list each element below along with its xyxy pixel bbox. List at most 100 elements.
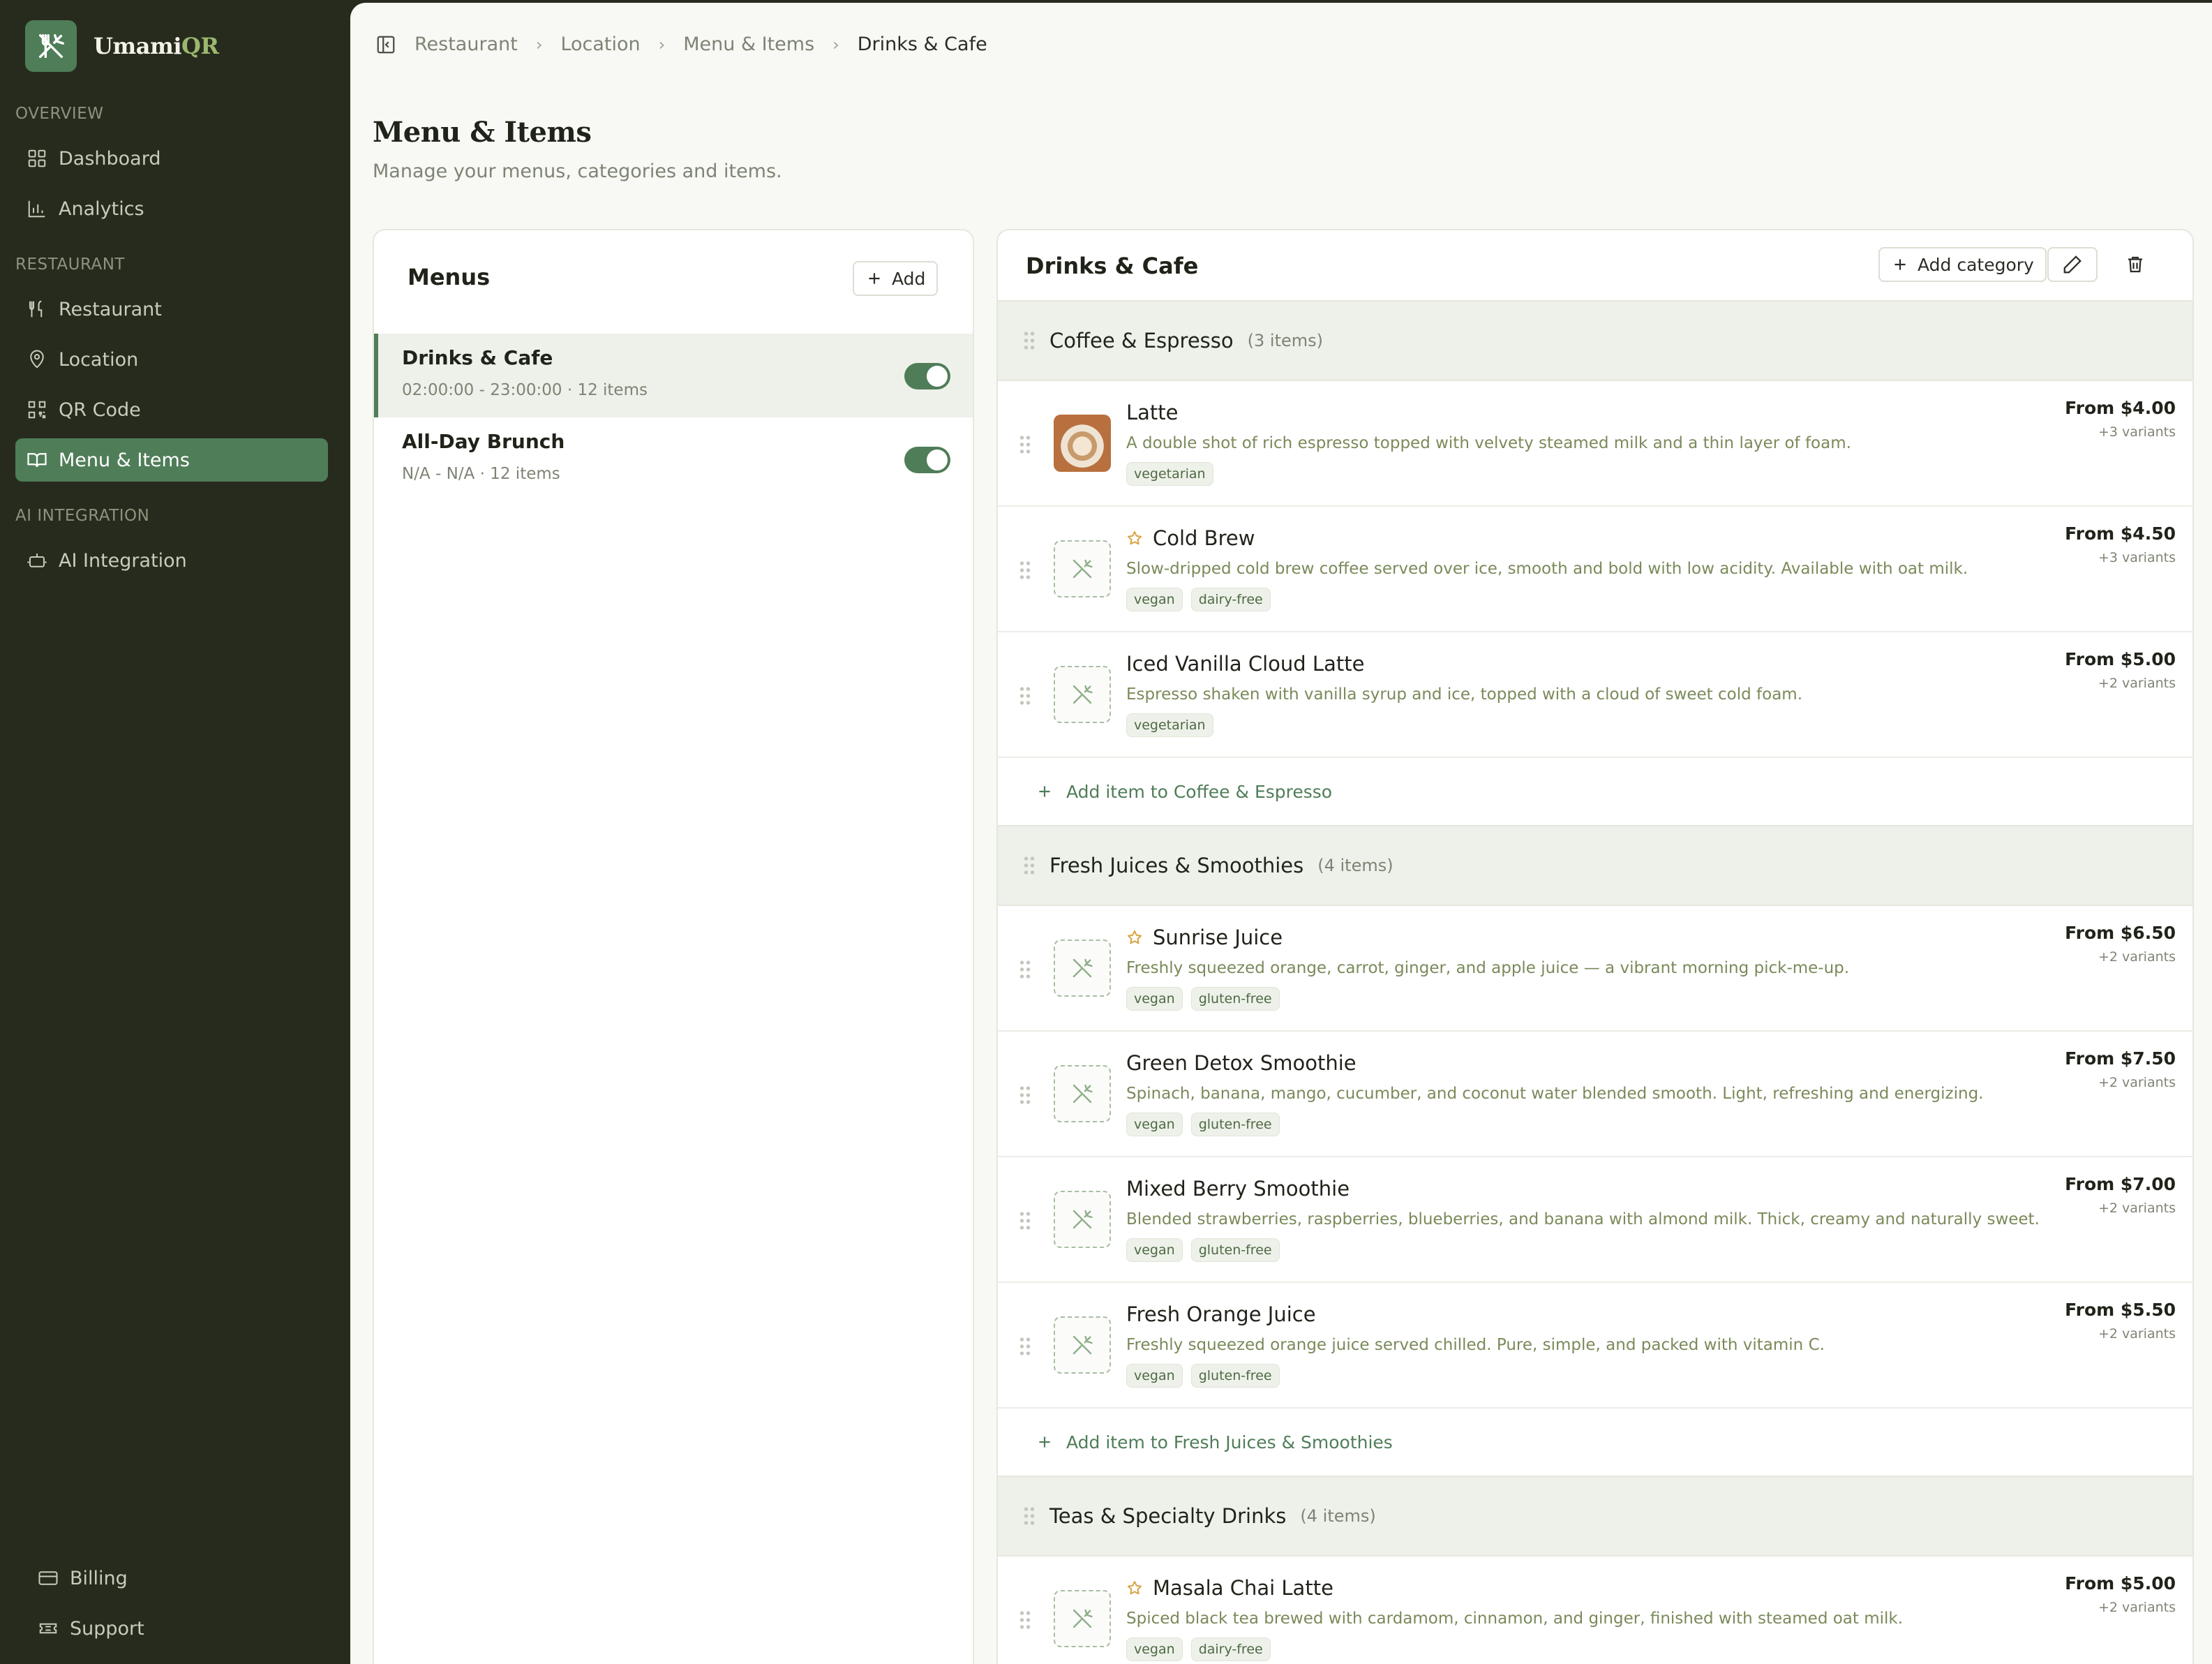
drag-handle-icon[interactable] <box>1019 685 1031 706</box>
sidebar-toggle-icon[interactable] <box>375 34 396 55</box>
dietary-tag: vegan <box>1126 1364 1183 1388</box>
category-header[interactable]: Coffee & Espresso (3 items) <box>998 302 2192 381</box>
menu-item-row[interactable]: Sunrise Juice Freshly squeezed orange, ca… <box>998 906 2192 1032</box>
menu-item-row[interactable]: Iced Vanilla Cloud Latte Espresso shaken … <box>998 632 2192 758</box>
sidebar-item-billing[interactable]: Billing <box>27 1557 328 1600</box>
item-image-placeholder[interactable] <box>1054 666 1111 723</box>
brand[interactable]: UmamiQR <box>25 20 219 72</box>
drag-handle-icon[interactable] <box>1019 434 1031 455</box>
sidebar-item-menu-items[interactable]: Menu & Items <box>15 438 328 482</box>
dietary-tag: vegetarian <box>1126 462 1213 486</box>
dietary-tag: vegan <box>1126 1238 1183 1262</box>
item-name: Iced Vanilla Cloud Latte <box>1126 652 1364 676</box>
dietary-tag: vegetarian <box>1126 713 1213 737</box>
category-header[interactable]: Teas & Specialty Drinks (4 items) <box>998 1477 2192 1557</box>
nav-section-overview: OVERVIEW <box>15 105 104 123</box>
drag-handle-icon[interactable] <box>1019 1610 1031 1630</box>
breadcrumb-menu-items[interactable]: Menu & Items <box>683 34 814 55</box>
breadcrumb-location[interactable]: Location <box>560 34 640 55</box>
sidebar-item-label: Restaurant <box>59 298 162 320</box>
item-price: From $6.50 <box>2065 923 2176 943</box>
menus-title: Menus <box>408 264 491 290</box>
add-menu-button[interactable]: Add <box>853 261 939 296</box>
category-count: (3 items) <box>1247 331 1323 350</box>
item-tags: vegetarian <box>1126 462 1213 486</box>
delete-menu-button[interactable] <box>2110 247 2160 282</box>
sidebar-item-analytics[interactable]: Analytics <box>15 187 328 230</box>
menu-enabled-toggle[interactable] <box>904 447 950 473</box>
item-image-placeholder[interactable] <box>1054 1065 1111 1122</box>
item-image-placeholder[interactable] <box>1054 540 1111 597</box>
drag-handle-icon[interactable] <box>1019 1210 1031 1231</box>
menu-meta: N/A - N/A · 12 items <box>402 465 560 483</box>
menu-item-row[interactable]: Green Detox Smoothie Spinach, banana, man… <box>998 1032 2192 1157</box>
sidebar-item-restaurant[interactable]: Restaurant <box>15 288 328 331</box>
sidebar-item-qr-code[interactable]: QR Code <box>15 388 328 431</box>
item-description: Freshly squeezed orange, carrot, ginger,… <box>1126 959 1850 977</box>
menu-item-row[interactable]: Cold Brew Slow-dripped cold brew coffee s… <box>998 507 2192 632</box>
menu-item-row[interactable]: Masala Chai Latte Spiced black tea brewed… <box>998 1557 2192 1664</box>
item-tags: vegan dairy-free <box>1126 588 1271 611</box>
menu-item-all-day-brunch[interactable]: All-Day Brunch N/A - N/A · 12 items <box>374 417 973 501</box>
breadcrumb-current: Drinks & Cafe <box>857 34 987 55</box>
item-image-placeholder[interactable] <box>1054 1316 1111 1374</box>
category-header[interactable]: Fresh Juices & Smoothies (4 items) <box>998 826 2192 906</box>
item-name-text: Cold Brew <box>1153 526 1255 550</box>
item-image-placeholder[interactable] <box>1054 939 1111 997</box>
menu-enabled-toggle[interactable] <box>904 363 950 389</box>
menu-item-row[interactable]: Fresh Orange Juice Freshly squeezed orang… <box>998 1283 2192 1409</box>
star-icon <box>1128 930 1142 944</box>
menus-panel: Menus Add Drinks & Cafe 02:00:00 - 23:00… <box>373 229 974 1664</box>
drag-handle-icon[interactable] <box>1023 855 1036 876</box>
drag-handle-icon[interactable] <box>1019 1085 1031 1106</box>
sidebar: UmamiQR OVERVIEW Dashboard Analytics RES… <box>0 0 350 1664</box>
utensils-placeholder-icon <box>1073 1609 1093 1628</box>
drag-handle-icon[interactable] <box>1019 560 1031 581</box>
detail-title: Drinks & Cafe <box>1026 253 1199 279</box>
item-price: From $5.50 <box>2065 1300 2176 1320</box>
ticket-icon <box>39 1623 57 1634</box>
sidebar-item-label: Billing <box>70 1567 128 1589</box>
item-name-text: Iced Vanilla Cloud Latte <box>1126 652 1365 676</box>
sidebar-item-location[interactable]: Location <box>15 338 328 381</box>
edit-menu-button[interactable] <box>2047 247 2098 282</box>
category-name: Fresh Juices & Smoothies <box>1049 854 1304 877</box>
menu-item-row[interactable]: Mixed Berry Smoothie Blended strawberries… <box>998 1157 2192 1283</box>
add-category-button[interactable]: Add category <box>1878 247 2047 282</box>
item-photo <box>1054 415 1111 472</box>
drag-handle-icon[interactable] <box>1023 1506 1036 1526</box>
item-image-placeholder[interactable] <box>1054 1191 1111 1248</box>
nav-section-ai-integration: AI INTEGRATION <box>15 507 150 525</box>
item-price: From $7.00 <box>2065 1174 2176 1194</box>
add-item-button[interactable]: Add item to Coffee & Espresso <box>998 758 2192 826</box>
drag-handle-icon[interactable] <box>1019 1336 1031 1357</box>
drag-handle-icon[interactable] <box>1023 330 1036 351</box>
item-price: From $5.00 <box>2065 649 2176 669</box>
item-image-placeholder[interactable] <box>1054 1590 1111 1647</box>
breadcrumb-restaurant[interactable]: Restaurant <box>414 34 518 55</box>
item-name-text: Latte <box>1126 401 1179 424</box>
grid-icon <box>28 149 46 168</box>
drag-handle-icon[interactable] <box>1019 959 1031 980</box>
menu-item-drinks-cafe[interactable]: Drinks & Cafe 02:00:00 - 23:00:00 · 12 i… <box>374 334 973 417</box>
dietary-tag: gluten-free <box>1190 1238 1280 1262</box>
sidebar-item-ai-integration[interactable]: AI Integration <box>15 539 328 582</box>
item-description: Blended strawberries, raspberries, blueb… <box>1126 1210 2040 1228</box>
menu-item-row[interactable]: Latte A double shot of rich espresso topp… <box>998 381 2192 507</box>
dietary-tag: vegan <box>1126 588 1183 611</box>
item-name: Masala Chai Latte <box>1126 1576 1333 1600</box>
dietary-tag: vegan <box>1126 987 1183 1011</box>
utensils-placeholder-icon <box>1073 1084 1093 1104</box>
sidebar-item-dashboard[interactable]: Dashboard <box>15 137 328 180</box>
item-description: Slow-dripped cold brew coffee served ove… <box>1126 560 1968 578</box>
sidebar-item-support[interactable]: Support <box>27 1607 328 1650</box>
utensils-placeholder-icon <box>1073 685 1093 704</box>
add-item-button[interactable]: Add item to Fresh Juices & Smoothies <box>998 1409 2192 1477</box>
item-variants: +2 variants <box>2098 1600 2176 1615</box>
sidebar-item-label: Location <box>59 348 139 371</box>
item-description: Freshly squeezed orange juice served chi… <box>1126 1336 1825 1354</box>
item-variants: +2 variants <box>2098 1075 2176 1090</box>
add-item-label: Add item to Coffee & Espresso <box>1066 781 1333 802</box>
dietary-tag: gluten-free <box>1190 1364 1280 1388</box>
chevron-right-icon: › <box>832 34 839 54</box>
